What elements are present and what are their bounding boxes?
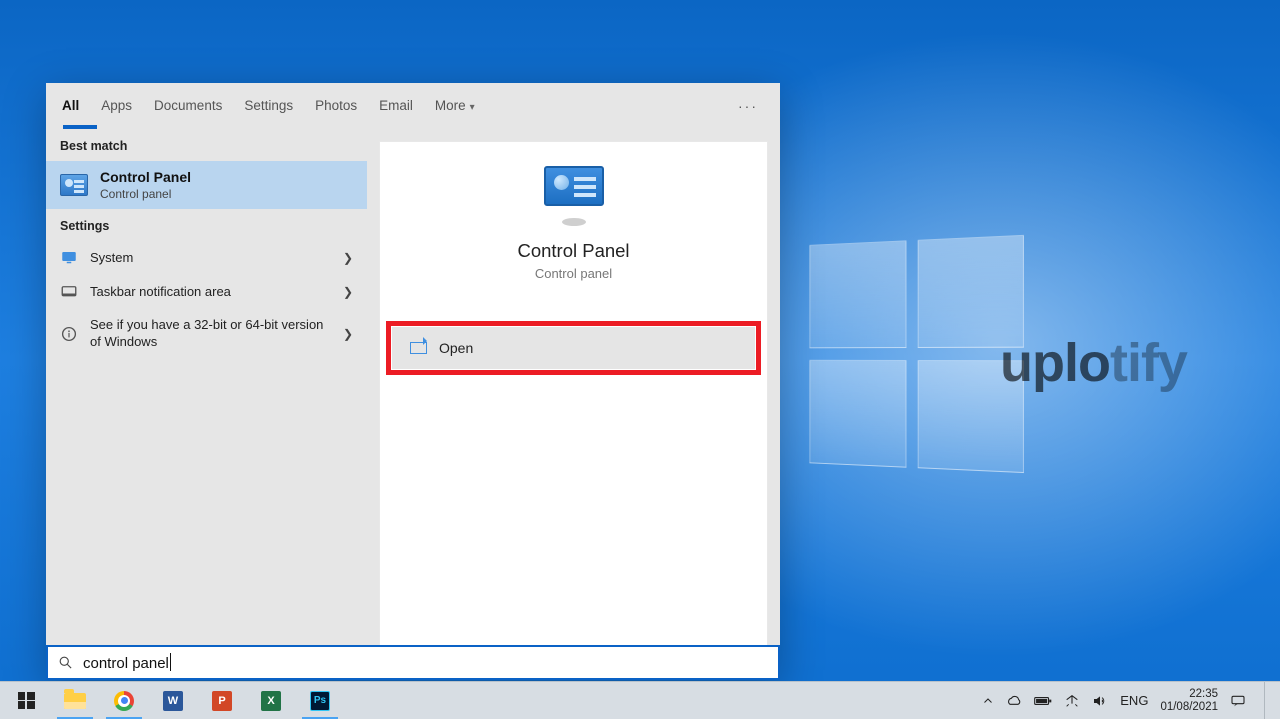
control-panel-large-icon [544,166,604,206]
windows-logo [809,235,1026,476]
chevron-right-icon: ❯ [343,285,353,299]
start-button[interactable] [4,682,48,719]
details-subtitle: Control panel [535,266,612,281]
section-settings: Settings [46,209,367,241]
tray-battery-icon[interactable] [1034,695,1052,707]
taskbar-chrome[interactable] [102,682,146,719]
tab-settings[interactable]: Settings [244,98,293,115]
monitor-icon [60,249,78,267]
tray-language[interactable]: ENG [1120,693,1148,708]
tray-action-center-icon[interactable] [1230,694,1246,708]
best-match-subtitle: Control panel [100,187,191,201]
tray-onedrive-icon[interactable] [1006,695,1022,707]
annotation-highlight: Open [386,321,761,375]
open-icon [410,342,427,354]
photoshop-icon: Ps [310,691,330,711]
chrome-icon [114,691,134,711]
best-match-title: Control Panel [100,169,191,185]
taskbar-file-explorer[interactable] [53,682,97,719]
tab-email[interactable]: Email [379,98,413,115]
results-left-pane: Best match Control Panel Control panel S… [46,129,367,680]
tab-documents[interactable]: Documents [154,98,222,115]
results-details-pane: Control Panel Control panel Open [379,141,768,662]
settings-row-bitness[interactable]: See if you have a 32-bit or 64-bit versi… [46,309,367,359]
taskbar-photoshop[interactable]: Ps [298,682,342,719]
search-input[interactable]: control panel [46,645,780,680]
taskbar-word[interactable]: W [151,682,195,719]
windows-icon [18,692,35,709]
tab-photos[interactable]: Photos [315,98,357,115]
file-explorer-icon [64,693,86,709]
action-open[interactable]: Open [392,327,755,369]
details-title: Control Panel [517,240,629,262]
system-tray: ENG 22:35 01/08/2021 [982,682,1280,719]
chevron-down-icon: ▾ [470,102,475,113]
tray-hidden-icons[interactable] [982,695,994,707]
tab-more[interactable]: More▾ [435,98,475,115]
tabs-overflow-icon[interactable]: ··· [738,98,764,114]
tab-active-indicator [63,125,97,129]
taskbar-powerpoint[interactable]: P [200,682,244,719]
excel-icon: X [261,691,281,711]
best-match-control-panel[interactable]: Control Panel Control panel [46,161,367,209]
show-desktop-button[interactable] [1264,682,1272,719]
taskbar: W P X Ps ENG 22:35 01/08/20 [0,681,1280,719]
tray-clock[interactable]: 22:35 01/08/2021 [1160,688,1218,713]
settings-row-taskbar[interactable]: Taskbar notification area ❯ [46,275,367,309]
chevron-right-icon: ❯ [343,251,353,265]
tray-volume-icon[interactable] [1092,694,1108,708]
settings-row-system[interactable]: System ❯ [46,241,367,275]
search-tabs: All Apps Documents Settings Photos Email… [46,83,780,129]
taskbar-excel[interactable]: X [249,682,293,719]
section-best-match: Best match [46,129,367,161]
watermark-text: uplotify [1000,332,1187,394]
control-panel-icon [60,174,88,196]
taskbar-icon [60,283,78,301]
desktop: uplotify All Apps Documents Settings Pho… [0,0,1280,719]
search-icon [58,655,73,670]
word-icon: W [163,691,183,711]
tray-network-icon[interactable] [1064,694,1080,708]
search-panel: All Apps Documents Settings Photos Email… [46,83,780,680]
search-query-text: control panel [83,653,171,672]
tab-apps[interactable]: Apps [101,98,132,115]
info-icon [60,325,78,343]
tab-all[interactable]: All [62,98,79,115]
chevron-right-icon: ❯ [343,327,353,341]
action-open-label: Open [439,340,473,356]
powerpoint-icon: P [212,691,232,711]
